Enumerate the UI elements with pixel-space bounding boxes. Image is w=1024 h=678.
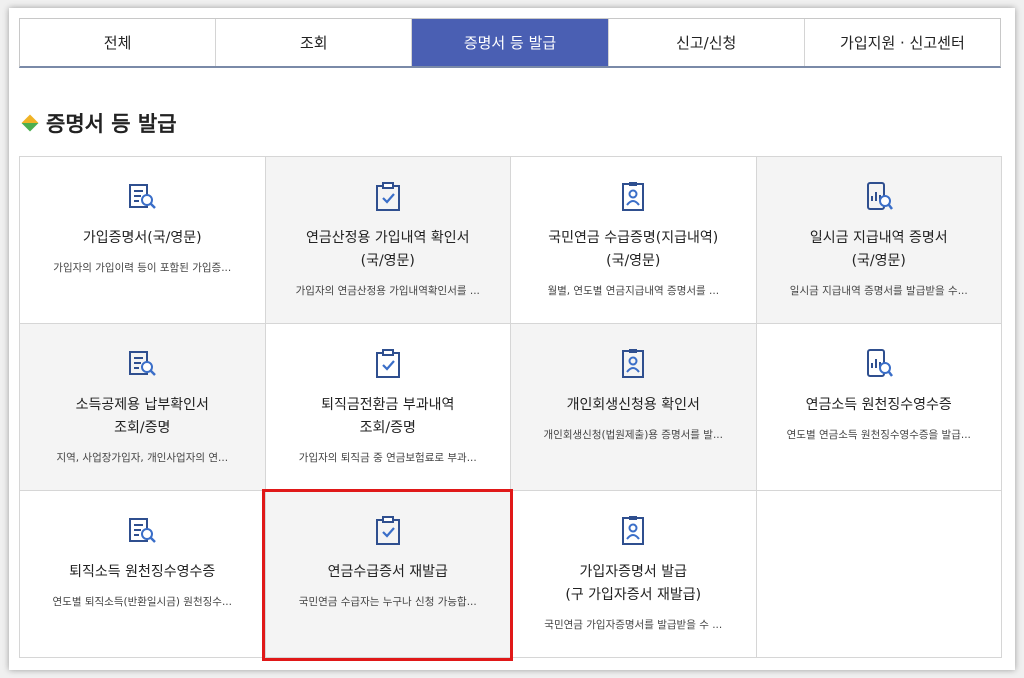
card-pension-income-withholding[interactable]: 연금소득 원천징수영수증 연도별 연금소득 원천징수영수증을 발급... — [756, 324, 1002, 491]
tab-support-center[interactable]: 가입지원 · 신고센터 — [804, 19, 1001, 66]
card-description: 가입자의 퇴직금 중 연금보험료로 부과... — [298, 452, 477, 464]
mobile-search-icon — [866, 182, 893, 210]
card-title: 가입증명서(국/영문) — [82, 230, 202, 246]
clipboard-check-icon — [375, 349, 400, 378]
card-title: 소득공제용 납부확인서 조회/증명 — [75, 397, 209, 436]
card-join-certificate[interactable]: 가입증명서(국/영문) 가입자의 가입이력 등이 포함된 가입증... — [20, 157, 266, 324]
clipboard-check-icon — [375, 516, 400, 545]
diamond-bullet-icon — [21, 114, 39, 132]
tab-lookup[interactable]: 조회 — [216, 19, 413, 66]
card-description: 연도별 퇴직소득(반환일시금) 원천징수... — [52, 596, 232, 608]
card-description: 개인회생신청(법원제출)용 증명서를 발... — [543, 429, 723, 441]
card-retirement-income-withholding[interactable]: 퇴직소득 원천징수영수증 연도별 퇴직소득(반환일시금) 원천징수... — [20, 491, 266, 658]
card-description: 월별, 연도별 연금지급내역 증명서를 ... — [547, 285, 720, 297]
tab-certificates[interactable]: 증명서 등 발급 — [412, 19, 609, 66]
card-description: 가입자의 가입이력 등이 포함된 가입증... — [53, 262, 232, 274]
id-card-icon — [622, 349, 645, 378]
card-description: 연도별 연금소득 원천징수영수증을 발급... — [786, 429, 971, 441]
page-frame: 전체 조회 증명서 등 발급 신고/신청 가입지원 · 신고센터 증명서 등 발… — [9, 8, 1015, 670]
section-heading: 증명서 등 발급 — [21, 108, 177, 138]
card-description: 국민연금 수급자는 누구나 신청 가능합... — [298, 596, 477, 608]
empty-cell — [756, 491, 1002, 658]
section-title: 증명서 등 발급 — [46, 112, 177, 136]
card-description: 지역, 사업장가입자, 개인사업자의 연... — [56, 452, 229, 464]
card-title: 가입자증명서 발급 (구 가입자증서 재발급) — [565, 564, 702, 603]
clipboard-check-icon — [375, 182, 400, 211]
document-search-icon — [129, 351, 157, 376]
card-tax-deduction-payment[interactable]: 소득공제용 납부확인서 조회/증명 지역, 사업장가입자, 개인사업자의 연..… — [20, 324, 266, 491]
category-tabs: 전체 조회 증명서 등 발급 신고/신청 가입지원 · 신고센터 — [19, 18, 1001, 68]
card-title: 개인회생신청용 확인서 — [566, 397, 700, 413]
certificate-grid: 가입증명서(국/영문) 가입자의 가입이력 등이 포함된 가입증... 연금산정… — [19, 156, 1002, 658]
card-title: 퇴직금전환금 부과내역 조회/증명 — [321, 397, 455, 436]
card-title: 연금소득 원천징수영수증 — [805, 397, 952, 413]
tab-report-apply[interactable]: 신고/신청 — [608, 19, 805, 66]
card-pension-certificate-reissue[interactable]: 연금수급증서 재발급 국민연금 수급자는 누구나 신청 가능합... — [265, 491, 511, 658]
card-title: 연금수급증서 재발급 — [327, 564, 448, 580]
card-description: 국민연금 가입자증명서를 발급받을 수 ... — [544, 619, 723, 631]
document-search-icon — [129, 518, 157, 543]
card-pension-calc-confirmation[interactable]: 연금산정용 가입내역 확인서 (국/영문) 가입자의 연금산정용 가입내역확인서… — [265, 157, 511, 324]
id-card-icon — [622, 516, 645, 545]
id-card-icon — [622, 182, 645, 211]
document-search-icon — [129, 184, 157, 209]
mobile-search-icon — [866, 349, 893, 377]
card-description: 가입자의 연금산정용 가입내역확인서를 ... — [295, 285, 480, 297]
tab-all[interactable]: 전체 — [20, 19, 217, 66]
card-lump-sum-certificate[interactable]: 일시금 지급내역 증명서 (국/영문) 일시금 지급내역 증명서를 발급받을 수… — [756, 157, 1002, 324]
card-title: 퇴직소득 원천징수영수증 — [69, 564, 216, 580]
card-benefit-certificate[interactable]: 국민연금 수급증명(지급내역) (국/영문) 월별, 연도별 연금지급내역 증명… — [511, 157, 757, 324]
card-severance-conversion[interactable]: 퇴직금전환금 부과내역 조회/증명 가입자의 퇴직금 중 연금보험료로 부과..… — [265, 324, 511, 491]
card-title: 연금산정용 가입내역 확인서 (국/영문) — [306, 230, 470, 269]
card-description: 일시금 지급내역 증명서를 발급받을 수... — [789, 285, 968, 297]
card-personal-rehabilitation[interactable]: 개인회생신청용 확인서 개인회생신청(법원제출)용 증명서를 발... — [511, 324, 757, 491]
card-title: 일시금 지급내역 증명서 (국/영문) — [809, 230, 948, 269]
card-subscriber-certificate[interactable]: 가입자증명서 발급 (구 가입자증서 재발급) 국민연금 가입자증명서를 발급받… — [511, 491, 757, 658]
card-title: 국민연금 수급증명(지급내역) (국/영문) — [548, 230, 719, 269]
